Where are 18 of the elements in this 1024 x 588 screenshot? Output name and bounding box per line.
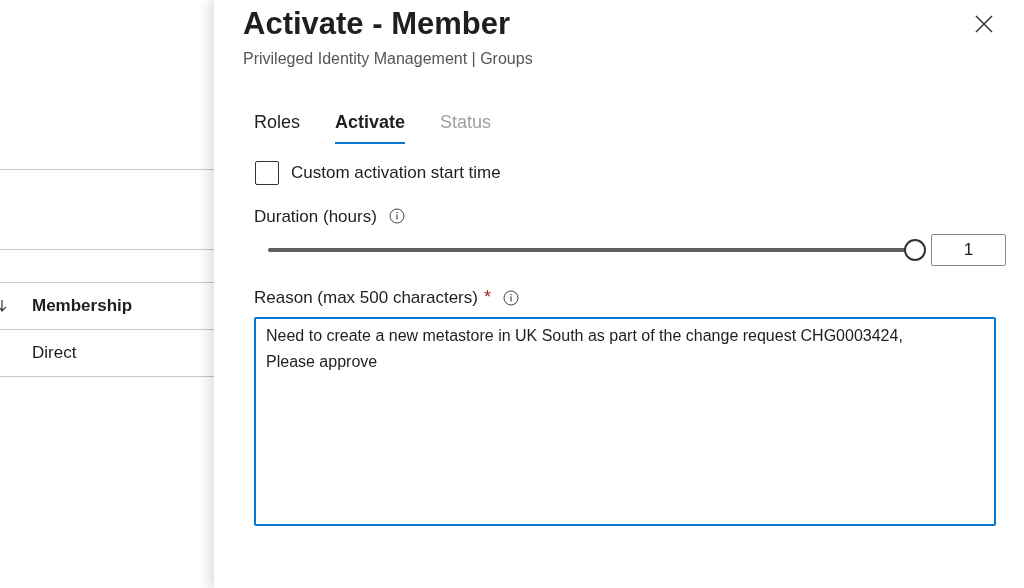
field-label: Reason (max 500 characters) xyxy=(254,286,478,309)
checkbox[interactable] xyxy=(255,160,279,185)
column-header: Direct xyxy=(32,342,77,365)
column-header: Membership xyxy=(32,295,133,318)
panel-subtitle: Privileged Identity Management | Groups xyxy=(243,49,534,69)
tab[interactable]: Roles xyxy=(254,109,301,144)
checkbox-label: Custom activation start time xyxy=(291,162,501,184)
slider[interactable] xyxy=(268,239,926,261)
info-icon[interactable] xyxy=(502,289,519,306)
close-button[interactable] xyxy=(974,14,994,34)
sort-arrow-icon[interactable] xyxy=(0,300,6,312)
required-mark: * xyxy=(483,286,491,309)
duration-field[interactable]: 1 xyxy=(931,234,1006,266)
reason-field[interactable]: Need to create a new metastore in UK South as part of the change request CHG0003424, Please approve xyxy=(254,317,996,526)
field-label: Duration (hours) xyxy=(254,205,377,228)
panel-title: Activate - Member xyxy=(243,5,511,43)
tab[interactable]: Activate xyxy=(335,109,406,144)
info-icon[interactable] xyxy=(388,208,405,225)
